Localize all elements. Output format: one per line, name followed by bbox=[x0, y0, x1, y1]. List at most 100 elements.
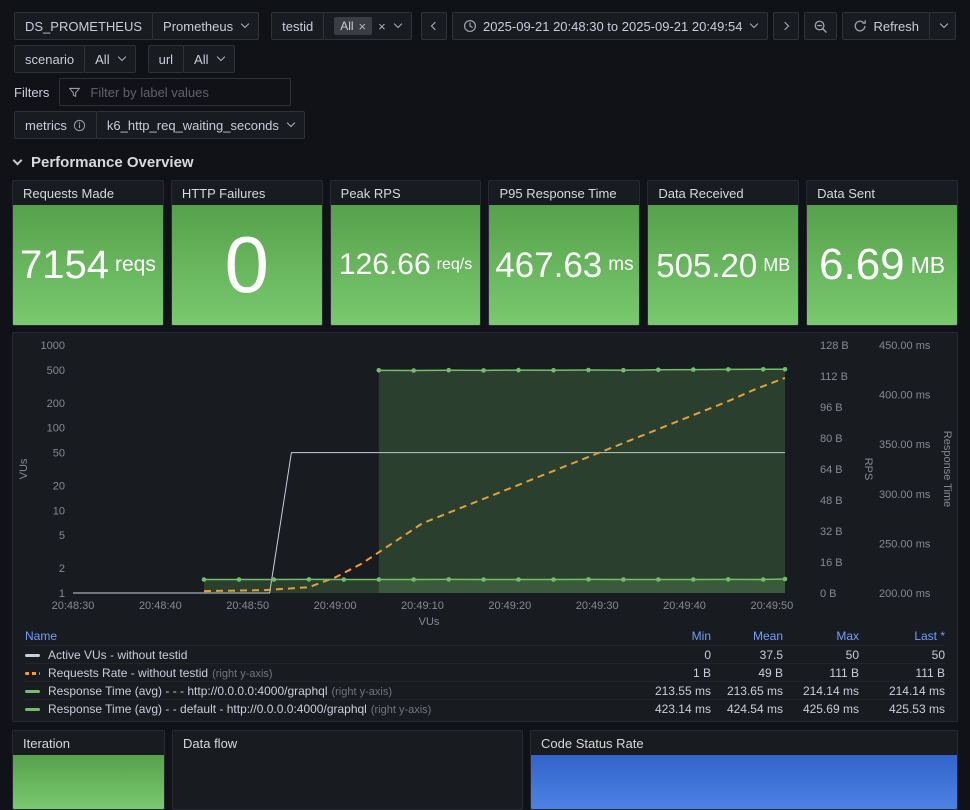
legend-name-cell: Active VUs - without testid bbox=[25, 648, 647, 662]
legend-series-label[interactable]: Requests Rate - without testid bbox=[48, 666, 208, 680]
panel-title: Code Status Rate bbox=[541, 735, 644, 751]
timeseries-chart-area[interactable]: 20:48:30 20:48:40 20:48:50 20:49:00 20:49:10… bbox=[13, 333, 957, 627]
metrics-dropdown[interactable]: k6_http_req_waiting_seconds bbox=[95, 111, 305, 139]
legend-value: 425.69 ms bbox=[802, 701, 859, 716]
legend-series-label[interactable]: Active VUs - without testid bbox=[48, 648, 187, 662]
axis-tick-label: 20 bbox=[53, 480, 65, 492]
axis-tick-label: 300.00 ms bbox=[879, 489, 931, 501]
axis-tick-label: 112 B bbox=[820, 371, 848, 383]
clear-all-icon[interactable]: × bbox=[378, 20, 386, 33]
axis-tick-label: 350.00 ms bbox=[879, 439, 931, 451]
chevron-down-icon bbox=[216, 52, 225, 62]
label-filter-input[interactable] bbox=[88, 83, 283, 101]
point-marker bbox=[725, 367, 731, 372]
stat-unit: ms bbox=[608, 254, 634, 275]
stat-value-area: 7154 reqs bbox=[13, 205, 163, 325]
scenario-dropdown[interactable]: All bbox=[84, 45, 136, 73]
axis-tick-label: 20:49:20 bbox=[488, 600, 531, 612]
axis-tick-label: 5 bbox=[59, 530, 65, 542]
panel-header: Iteration bbox=[13, 731, 164, 755]
legend-col-mean[interactable]: Mean bbox=[711, 629, 783, 643]
legend-col-min[interactable]: Min bbox=[647, 629, 711, 643]
info-icon bbox=[73, 119, 86, 132]
legend-value: 50 bbox=[931, 647, 945, 662]
series-swatch-icon bbox=[25, 671, 40, 675]
point-marker bbox=[376, 368, 382, 373]
point-marker bbox=[656, 367, 661, 373]
refresh-button-group: Refresh bbox=[842, 12, 956, 40]
section-performance-overview[interactable]: Performance Overview bbox=[12, 144, 956, 180]
panel-header: Requests Made bbox=[13, 181, 163, 205]
axis-tick-label: 20:49:40 bbox=[663, 600, 706, 612]
chevron-left-icon bbox=[430, 21, 440, 31]
panel-code-status-rate: Code Status Rate bbox=[530, 730, 958, 810]
panel-body bbox=[531, 755, 957, 809]
point-marker bbox=[782, 367, 788, 372]
panel-body bbox=[173, 755, 522, 809]
legend-header: Name Min Mean Max Last * bbox=[25, 627, 945, 645]
series-swatch-icon bbox=[25, 653, 40, 657]
stat-unit: MB bbox=[910, 251, 946, 278]
datasource-variable: DS_PROMETHEUS Prometheus bbox=[14, 12, 260, 40]
series-swatch-icon bbox=[25, 707, 40, 711]
refresh-interval-dropdown[interactable] bbox=[929, 12, 956, 40]
axis-title: Response Time bbox=[941, 431, 953, 507]
legend-value: 49 B bbox=[758, 665, 783, 680]
refresh-label: Refresh bbox=[873, 18, 919, 34]
series-fill-response-time-avg-default-http-0-0-0-0-4000-graphql bbox=[378, 369, 785, 593]
url-variable: url All bbox=[147, 45, 235, 73]
testid-value-chip[interactable]: All × bbox=[334, 17, 373, 35]
point-marker bbox=[691, 367, 696, 372]
scenario-variable: scenario All bbox=[14, 45, 136, 73]
legend-col-last[interactable]: Last * bbox=[859, 629, 945, 643]
legend-col-name[interactable]: Name bbox=[25, 629, 647, 643]
legend-axis-suffix: (right y-axis) bbox=[212, 667, 273, 680]
legend-value: 213.65 ms bbox=[726, 683, 783, 698]
point-marker bbox=[516, 367, 521, 373]
datasource-dropdown[interactable]: Prometheus bbox=[152, 12, 260, 40]
axis-tick-label: 1 bbox=[59, 588, 65, 600]
testid-dropdown[interactable]: All × × bbox=[323, 12, 412, 40]
legend-col-max[interactable]: Max bbox=[783, 629, 859, 643]
point-marker bbox=[306, 577, 312, 582]
label-filter-field[interactable] bbox=[59, 78, 292, 106]
axis-tick-label: 48 B bbox=[820, 495, 843, 507]
legend-name-cell: Requests Rate - without testid (right y-a… bbox=[25, 666, 647, 680]
legend-series-label[interactable]: Response Time (avg) - - default - http:/… bbox=[48, 702, 367, 716]
filters-label: Filters bbox=[14, 84, 50, 100]
panel-header: Data Sent bbox=[807, 181, 957, 205]
legend-value: 111 B bbox=[829, 665, 859, 680]
bottom-panels-row: Iteration Data flow Code Status Rate bbox=[12, 730, 958, 810]
time-shift-back-button[interactable] bbox=[420, 12, 447, 40]
chevron-down-icon bbox=[240, 19, 250, 29]
panel-body bbox=[13, 755, 164, 809]
axis-tick-label: 10 bbox=[53, 505, 65, 517]
url-label-text: url bbox=[158, 51, 174, 67]
axis-tick-label: 20:48:50 bbox=[226, 600, 269, 612]
axis-tick-label: 20:49:50 bbox=[750, 600, 793, 612]
refresh-icon bbox=[853, 19, 867, 33]
legend-series-label[interactable]: Response Time (avg) - - - http://0.0.0.0… bbox=[48, 684, 327, 698]
url-dropdown[interactable]: All bbox=[183, 45, 235, 73]
point-marker bbox=[341, 577, 347, 582]
grafana-dashboard: DS_PROMETHEUS Prometheus testid All × × bbox=[0, 0, 970, 810]
panel-header: HTTP Failures bbox=[172, 181, 322, 205]
toolbar-row-4: metrics k6_http_req_waiting_seconds bbox=[14, 111, 956, 139]
remove-value-icon[interactable]: × bbox=[359, 20, 367, 33]
axis-tick-label: 20:48:40 bbox=[139, 600, 182, 612]
point-marker bbox=[271, 577, 277, 582]
zoom-out-button[interactable] bbox=[804, 12, 838, 40]
legend-value: 424.54 ms bbox=[726, 701, 783, 716]
timeseries-panel: 20:48:30 20:48:40 20:48:50 20:49:00 20:49:10… bbox=[12, 332, 958, 722]
time-range-picker[interactable]: 2025-09-21 20:48:30 to 2025-09-21 20:49:… bbox=[451, 12, 769, 40]
axis-tick-label: 500 bbox=[47, 365, 65, 377]
legend-value: 0 bbox=[704, 647, 711, 662]
point-marker bbox=[621, 367, 626, 373]
refresh-button[interactable]: Refresh bbox=[842, 12, 930, 40]
stat-panels-row: Requests Made 7154 reqs HTTP Failures 0 Peak … bbox=[12, 180, 958, 326]
time-shift-forward-button[interactable] bbox=[773, 12, 800, 40]
legend-name-cell: Response Time (avg) - - - http://0.0.0.0… bbox=[25, 684, 647, 698]
timeseries-svg[interactable]: 20:48:30 20:48:40 20:48:50 20:49:00 20:49:10… bbox=[13, 337, 954, 627]
legend-value: 214.14 ms bbox=[802, 683, 859, 698]
axis-tick-label: 100 bbox=[47, 423, 65, 435]
